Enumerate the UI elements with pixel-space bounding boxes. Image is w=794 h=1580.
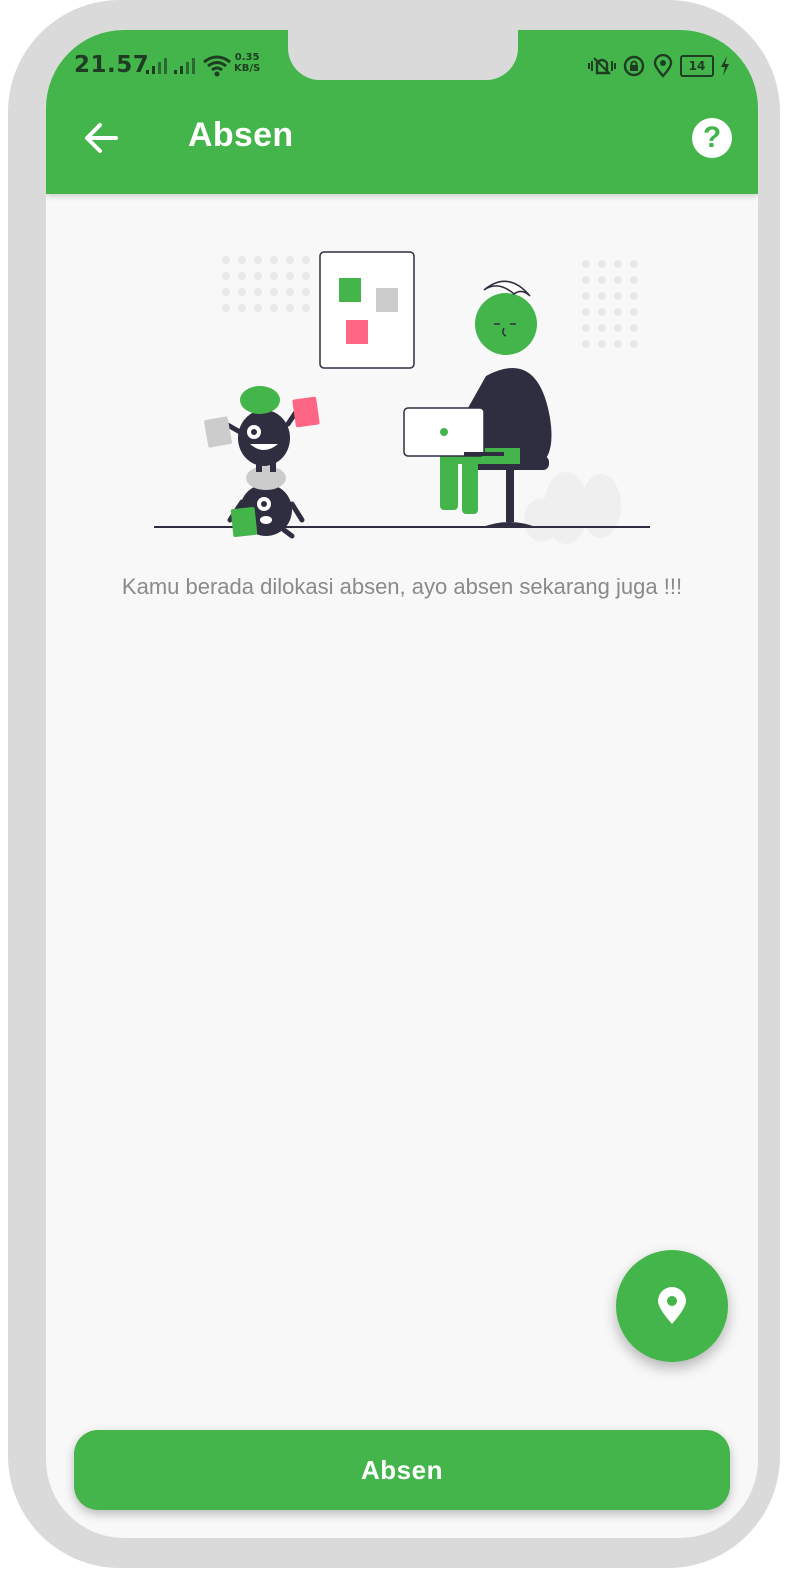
network-speed-unit: KB/S [234, 63, 261, 74]
wall-board [319, 251, 415, 369]
office-illustration [154, 251, 650, 544]
camera-notch [288, 30, 518, 80]
wifi-icon [203, 55, 231, 77]
monster-top [204, 386, 320, 472]
help-question-icon[interactable]: ? [692, 118, 732, 158]
cell-signal-2-icon [174, 58, 195, 74]
network-speed-value: 0.35 [234, 52, 260, 63]
status-time: 21.57 [74, 52, 150, 78]
cell-signal-1-icon [146, 58, 167, 74]
charging-icon [721, 56, 729, 76]
page-title: Absen [188, 116, 294, 154]
status-icons: 14 [588, 54, 730, 78]
location-fab[interactable] [616, 1250, 728, 1362]
dot-grid-left [222, 256, 310, 312]
absen-submit-button[interactable]: Absen [74, 1430, 730, 1510]
vibrate-icon [588, 57, 616, 75]
person-figure [440, 280, 552, 514]
rotation-lock-icon [623, 55, 645, 77]
device-frame: 21.57 0.35 KB/S 14 Absen ? Kamu berada d… [8, 0, 780, 1568]
network-speed: 0.35 KB/S [234, 52, 260, 74]
location-pin-icon [658, 1287, 686, 1324]
back-arrow-icon[interactable] [80, 116, 124, 160]
attendance-status-message: Kamu berada dilokasi absen, ayo absen se… [121, 574, 683, 599]
plant-leaves [524, 472, 621, 544]
app-screen: 21.57 0.35 KB/S 14 Absen ? Kamu berada d… [46, 30, 758, 1538]
battery-indicator: 14 [680, 55, 714, 77]
location-status-icon [653, 54, 673, 78]
dot-grid-right [582, 260, 638, 348]
